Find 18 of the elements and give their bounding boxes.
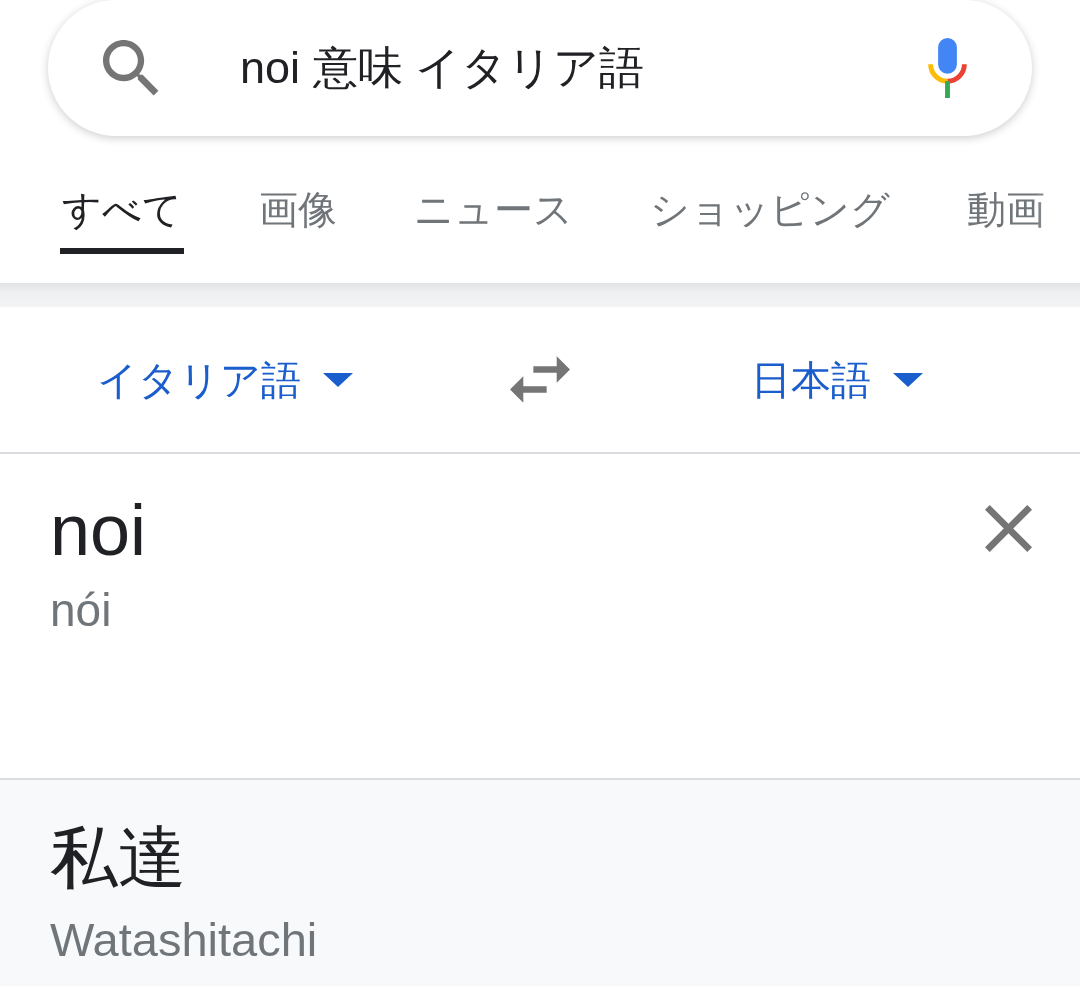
source-text: noi	[50, 490, 147, 570]
source-language-button[interactable]: イタリア語	[97, 354, 353, 405]
swap-icon[interactable]	[510, 356, 570, 403]
search-icon[interactable]	[103, 39, 160, 97]
caret-icon	[893, 372, 923, 387]
caret-icon	[323, 372, 353, 387]
tab[interactable]: ショッピング	[648, 186, 892, 254]
clear-icon[interactable]	[985, 505, 1032, 552]
romanization-text: Watashitachi	[50, 912, 318, 968]
microphone-icon[interactable]	[925, 38, 970, 98]
tab[interactable]: ニュース	[412, 186, 575, 254]
pronunciation-text: nói	[50, 583, 112, 638]
target-language-button[interactable]: 日本語	[751, 354, 923, 405]
tab[interactable]: すべて	[60, 186, 184, 254]
search-input[interactable]: noi 意味 イタリア語	[240, 39, 885, 97]
tab[interactable]: 動画	[965, 186, 1047, 254]
translation-text: 私達	[50, 818, 186, 897]
tab[interactable]: 画像	[257, 186, 339, 254]
